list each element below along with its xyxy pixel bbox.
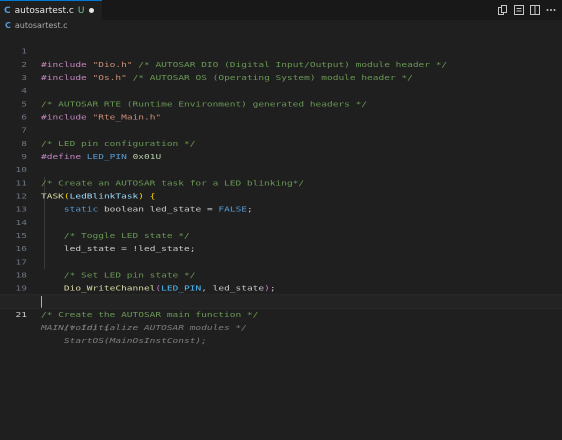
ghost-line: [0, 335, 562, 348]
current-code-line[interactable]: 21 MAIN(void) {: [0, 294, 562, 332]
code-line[interactable]: 7 /* LED pin configuration */: [0, 111, 562, 148]
code-line[interactable]: 3: [0, 58, 562, 83]
code-line[interactable]: 18 Dio_WriteChannel(LED_PIN, led_state);: [0, 256, 562, 293]
code-line[interactable]: 13: [0, 190, 562, 214]
text-cursor: [41, 296, 42, 308]
code-line[interactable]: 12 static boolean led_state = FALSE;: [0, 177, 562, 214]
c-file-icon: C: [5, 21, 11, 30]
code-line[interactable]: 6: [0, 98, 562, 122]
code-line[interactable]: 19 }: [0, 269, 562, 306]
code-line[interactable]: 4 /* AUTOSAR RTE (Runtime Environment) g…: [0, 71, 562, 109]
compare-icon[interactable]: [498, 5, 508, 15]
c-file-icon: C: [4, 5, 11, 16]
code-line[interactable]: 11 TASK(LedBlinkTask) {: [0, 164, 562, 201]
ghost-line: StartOS(MainOsInstConst);: [0, 322, 562, 346]
code-line[interactable]: 10 /* Create an AUTOSAR task for a LED b…: [0, 150, 562, 188]
ghost-line: /* Initialize AUTOSAR modules */: [0, 308, 562, 333]
code-line[interactable]: 8 #define LED_PIN 0x01U: [0, 124, 562, 162]
split-editor-icon[interactable]: [530, 5, 540, 15]
code-line[interactable]: 1 #include "Dio.h" /* AUTOSAR DIO (Digit…: [0, 32, 562, 69]
breadcrumb-file[interactable]: autosartest.c: [15, 21, 68, 30]
tab-label: autosartest.c: [14, 5, 74, 16]
editor-tab-bar: C autosartest.c U: [0, 0, 562, 20]
tab-autosartest[interactable]: C autosartest.c U: [0, 0, 103, 20]
open-preview-icon[interactable]: [514, 5, 524, 15]
code-line[interactable]: 14 /* Toggle LED state */: [0, 203, 562, 241]
code-line[interactable]: 2 #include "Os.h" /* AUTOSAR OS (Operati…: [0, 45, 562, 83]
unsaved-changes-icon[interactable]: [89, 8, 95, 13]
editor-actions: [498, 0, 556, 20]
code-line[interactable]: 20 /* Create the AUTOSAR main function *…: [0, 282, 562, 320]
code-line[interactable]: 9: [0, 137, 562, 162]
code-editor[interactable]: 1 #include "Dio.h" /* AUTOSAR DIO (Digit…: [0, 32, 562, 348]
code-line[interactable]: 16: [0, 229, 562, 254]
code-line[interactable]: 5 #include "Rte_Main.h": [0, 85, 562, 122]
breadcrumb[interactable]: C autosartest.c: [0, 20, 562, 31]
more-actions-icon[interactable]: [546, 5, 556, 15]
code-line[interactable]: 17 /* Set LED pin state */: [0, 243, 562, 280]
code-line[interactable]: 15 led_state = !led_state;: [0, 216, 562, 254]
git-untracked-badge: U: [77, 5, 85, 16]
